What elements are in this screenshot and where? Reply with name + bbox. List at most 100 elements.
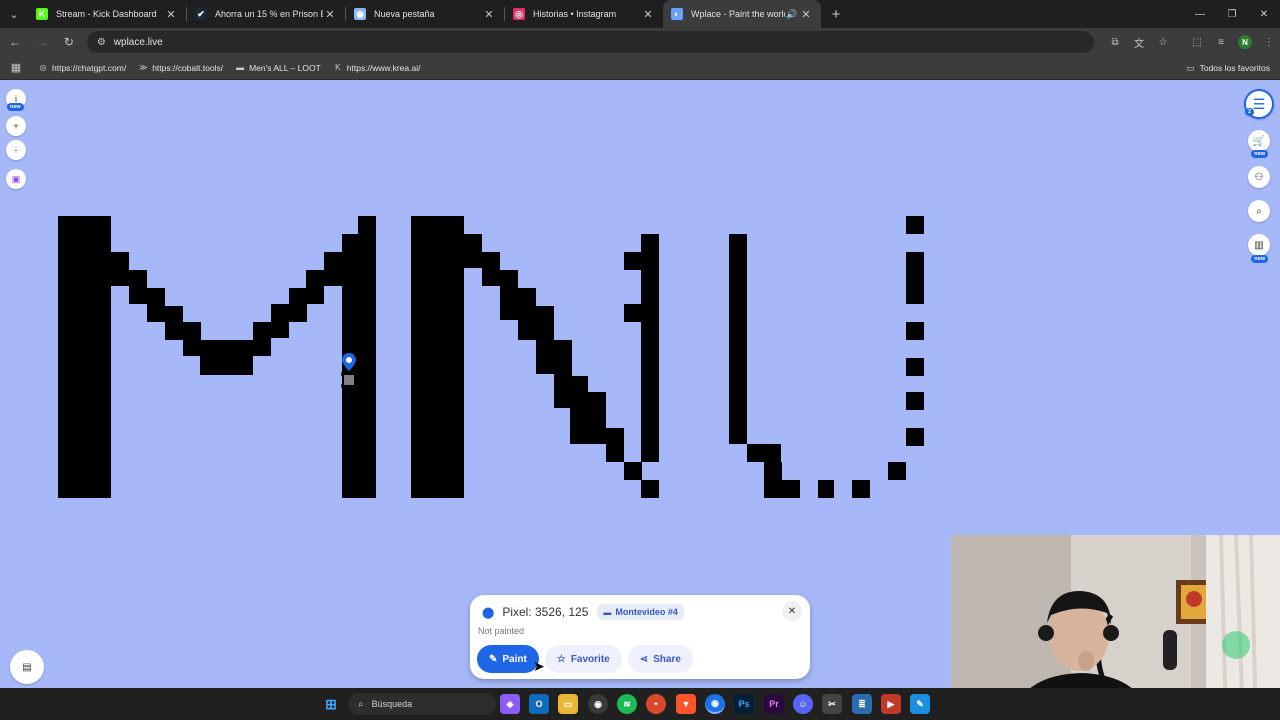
uruguay-flag-icon: ▬ <box>603 607 612 617</box>
chatgpt-icon: ◎ <box>39 63 47 72</box>
zoom-in-label: + <box>13 121 19 131</box>
browser-toolbar: ← → ↻ ⚙ wplace.live ⧉ 文 ☆ ⬚ ≡ N ⋮ <box>0 28 1280 56</box>
photoshop-icon[interactable]: Ps <box>734 694 754 714</box>
browser-tab[interactable]: ◐ Wplace - Paint the world 🔊 ✕ <box>663 0 821 28</box>
tab-audio-icon[interactable]: 🔊 <box>785 9 799 20</box>
search-icon: ⌕ <box>358 698 364 710</box>
outlook-icon[interactable]: O <box>529 694 549 714</box>
forward-button[interactable]: → <box>30 30 54 54</box>
zoom-out-button[interactable]: - <box>6 140 26 160</box>
new-tab-button[interactable]: + <box>825 6 847 23</box>
all-bookmarks-label: Todos los favoritos <box>1199 63 1270 73</box>
url-text: wplace.live <box>113 36 163 48</box>
tab-close-button[interactable]: ✕ <box>482 8 496 21</box>
reload-button[interactable]: ↻ <box>57 30 81 54</box>
zoom-in-button[interactable]: + <box>6 116 26 136</box>
install-app-icon[interactable]: ⧉ <box>1104 31 1126 53</box>
file-explorer-icon[interactable]: ▭ <box>558 694 578 714</box>
bookmark-star-icon[interactable]: ☆ <box>1152 31 1174 53</box>
close-window-button[interactable]: ✕ <box>1248 0 1280 28</box>
chrome-icon: ◉ <box>354 8 366 20</box>
extensions-icon[interactable]: ⬚ <box>1186 31 1208 53</box>
kick-icon: K <box>36 8 48 20</box>
leaderboard-icon[interactable]: ▥ <box>1248 234 1270 256</box>
all-bookmarks-folder[interactable]: ▭ Todos los favoritos <box>1186 56 1270 80</box>
share-label: Share <box>653 653 681 665</box>
tab-close-button[interactable]: ✕ <box>164 8 178 21</box>
star-icon: ☆ <box>556 653 566 665</box>
windows-start-icon[interactable]: ⊞ <box>321 694 341 714</box>
search-location-icon[interactable]: ⌕ <box>1248 200 1270 222</box>
copilot-icon[interactable]: ◆ <box>500 694 520 714</box>
tab-close-button[interactable]: ✕ <box>799 8 813 21</box>
paint-label: Paint <box>502 653 527 665</box>
more-menu-icon[interactable]: ⋮ <box>1258 31 1280 53</box>
address-bar[interactable]: ⚙ wplace.live <box>86 31 1095 53</box>
site-info-icon[interactable]: ⚙ <box>97 37 106 48</box>
region-badge[interactable]: ▬ Montevideo #4 <box>597 604 684 620</box>
droplets-count-badge: 2 <box>1244 108 1254 116</box>
pencil-icon: ✎ <box>489 653 498 665</box>
bookmark-item[interactable]: Khttps://www.krea.ai/ <box>333 62 421 73</box>
obs-icon[interactable]: ◉ <box>588 694 608 714</box>
twitch-icon[interactable]: ▣ <box>6 169 26 189</box>
taskbar-search[interactable]: ⌕ Búsqueda <box>348 693 496 715</box>
krea-icon: K <box>335 63 341 72</box>
capcut-icon[interactable]: ✂ <box>822 694 842 714</box>
video-app-icon[interactable]: ▶ <box>881 694 901 714</box>
pixel-status: Not painted <box>478 626 525 636</box>
tab-close-button[interactable]: ✕ <box>323 8 337 21</box>
close-popup-button[interactable]: ✕ <box>782 601 802 621</box>
tab-title: Wplace - Paint the world <box>691 9 785 19</box>
instagram-icon: ◎ <box>513 8 525 20</box>
share-icon: ⋖ <box>639 653 649 665</box>
notepad-icon[interactable]: ≣ <box>852 694 872 714</box>
region-label: Montevideo #4 <box>615 607 678 617</box>
paint-app-icon[interactable]: ✎ <box>910 694 930 714</box>
info-new-badge: new <box>7 103 24 111</box>
browser-tab[interactable]: ◎ Historias • Instagram ✕ <box>505 0 663 28</box>
bookmarks-bar: ▦ ◎ https://chatgpt.com/ ≫ https://cobalt.t… <box>0 56 1280 80</box>
spotify-icon[interactable]: ≋ <box>617 694 637 714</box>
paint-button[interactable]: ✎ Paint <box>477 645 539 673</box>
back-button[interactable]: ← <box>3 30 27 54</box>
tab-search-button[interactable]: ⌄ <box>0 0 28 28</box>
steam-icon: ✔ <box>195 8 207 20</box>
bookmark-label: https://www.krea.ai/ <box>346 62 421 73</box>
pixel-pin-icon: ⬤ <box>482 606 495 619</box>
browser-tab[interactable]: ✔ Ahorra un 15 % en Prison Escap✕ <box>187 0 345 28</box>
browser-tab[interactable]: K Stream - Kick Dashboard ✕ <box>28 0 186 28</box>
chrome-taskbar-icon[interactable]: ◉ <box>705 694 725 714</box>
game-launcher-icon[interactable]: ◓ <box>646 694 666 714</box>
discord-icon[interactable]: ☺ <box>793 694 813 714</box>
apps-grid-icon[interactable]: ▦ <box>2 61 30 74</box>
tab-close-button[interactable]: ✕ <box>641 8 655 21</box>
tab-title: Ahorra un 15 % en Prison Escap <box>215 9 323 19</box>
bookmark-label: https://chatgpt.com/ <box>52 62 127 73</box>
mouse-cursor-icon: ➤ <box>533 658 545 674</box>
tab-title: Historias • Instagram <box>533 9 617 19</box>
map-layers-icon[interactable]: ▤ <box>10 650 44 684</box>
pixel-info-popup: ⬤ Pixel: 3526, 125 ▬ Montevideo #4 ✕ Not… <box>470 595 810 679</box>
brave-icon[interactable]: ▼ <box>676 694 696 714</box>
loot-icon: ▬ <box>236 63 245 72</box>
location-pin-icon <box>341 352 359 397</box>
store-cart-icon[interactable]: 🛒 <box>1248 130 1270 152</box>
profile-avatar[interactable]: N <box>1238 35 1253 49</box>
media-control-icon[interactable]: ≡ <box>1210 31 1232 53</box>
bookmark-item[interactable]: ≫ https://cobalt.tools/ <box>138 63 223 73</box>
bookmark-item[interactable]: ◎ https://chatgpt.com/ <box>38 62 127 73</box>
alliance-icon[interactable]: ⚇ <box>1248 166 1270 188</box>
tab-title: Nueva pestaña <box>374 9 435 19</box>
browser-tab[interactable]: ◉ Nueva pestaña ✕ <box>346 0 504 28</box>
restore-button[interactable]: ❐ <box>1216 0 1248 28</box>
translate-icon[interactable]: 文 <box>1128 31 1150 53</box>
premiere-icon[interactable]: Pr <box>764 694 784 714</box>
favorite-button[interactable]: ☆ Favorite <box>544 645 622 673</box>
store-new-badge: new <box>1251 150 1268 158</box>
share-button[interactable]: ⋖ Share <box>627 645 693 673</box>
bookmark-item[interactable]: ▬ Men's ALL – LOOT <box>235 63 321 73</box>
windows-taskbar: ⊞ ⌕ Búsqueda ◆ O ▭ ◉ ≋ ◓ ▼ ◉ Ps Pr ☺ ✂ ≣… <box>0 688 1280 720</box>
minimize-button[interactable]: — <box>1184 0 1216 28</box>
taskbar-search-label: Búsqueda <box>371 699 413 709</box>
